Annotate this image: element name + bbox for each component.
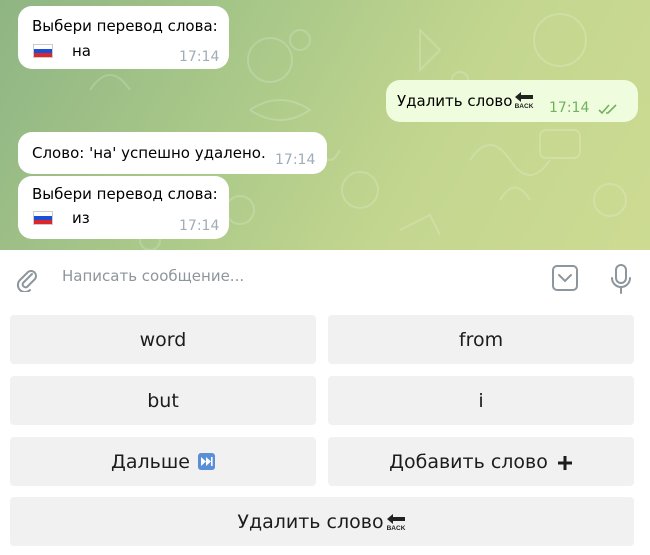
message-time: 17:14 [549,100,590,116]
message-time: 17:14 [275,152,316,168]
message-text: Выбери перевод слова: [32,185,218,203]
delete-word-button[interactable]: Удалить слово BACK [10,497,634,546]
plus-icon [557,454,573,470]
message-bubble[interactable]: Слово: 'на' успешно удалено. 17:14 [18,132,327,174]
next-button-label: Дальше [111,450,190,473]
keyboard-button-i[interactable]: i [328,376,634,425]
fast-forward-icon [197,453,215,470]
russia-flag-icon [33,44,53,58]
message-text: Удалить слово BACK [397,91,535,110]
add-word-button[interactable]: Добавить слово [328,437,634,486]
back-arrow-emoji-icon: BACK [385,513,407,532]
message-time: 17:14 [179,49,220,65]
svg-text:BACK: BACK [515,103,534,109]
delete-word-button-label: Удалить слово [237,510,384,533]
add-word-button-label: Добавить слово [389,450,548,473]
message-composer: Написать сообщение... [0,250,650,307]
message-bubble[interactable]: Выбери перевод слова: из 17:14 [18,176,229,239]
keyboard-button-from[interactable]: from [328,315,634,364]
message-bubble[interactable]: Выбери перевод слова: на 17:14 [18,6,229,69]
keyboard-button-but[interactable]: but [10,376,316,425]
message-word: на [72,42,91,60]
message-word: из [72,209,90,227]
message-bubble-outgoing[interactable]: Удалить слово BACK 17:14 [386,80,638,122]
message-time: 17:14 [179,218,220,234]
keyboard-toggle-icon[interactable] [551,264,579,296]
svg-text:BACK: BACK [386,525,405,531]
chat-area[interactable]: Выбери перевод слова: на 17:14 Удалить с… [0,0,650,250]
read-checkmarks-icon [598,99,620,121]
message-input[interactable]: Написать сообщение... [62,267,244,285]
microphone-icon[interactable] [607,263,635,299]
keyboard-button-word[interactable]: word [10,315,316,364]
back-arrow-emoji-icon: BACK [513,91,535,110]
message-text: Слово: 'на' успешно удалено. [32,144,266,162]
next-button[interactable]: Дальше [10,437,316,486]
message-text: Выбери перевод слова: [32,17,218,35]
paperclip-icon[interactable] [14,266,40,296]
russia-flag-icon [33,211,53,225]
